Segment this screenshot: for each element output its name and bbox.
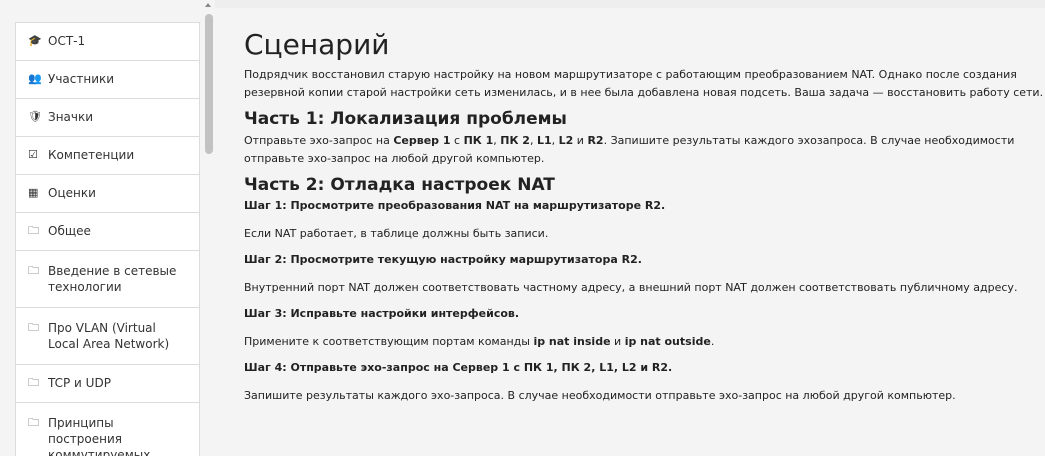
scenario-intro: Подрядчик восстановил старую настройку н… (244, 68, 1044, 99)
folder-icon: 🗀 (28, 224, 39, 237)
nav-item-label: Принципы построения коммутируемых (48, 416, 151, 456)
nav-item-switching-principles[interactable]: 🗀 Принципы построения коммутируемых (16, 403, 199, 456)
folder-icon: 🗀 (28, 321, 39, 334)
table-icon: ▦ (28, 186, 39, 199)
nav-item-label: Общее (48, 224, 91, 238)
page: 🎓 ОСТ-1 👥 Участники 🛡 Значки ☑ Компетенц… (0, 0, 1045, 456)
nav-item-participants[interactable]: 👥 Участники (16, 61, 199, 99)
scrollbar-thumb[interactable] (205, 14, 213, 154)
nav-item-grades[interactable]: ▦ Оценки (16, 175, 199, 213)
nav-item-label: Оценки (48, 186, 96, 200)
course-nav-list: 🎓 ОСТ-1 👥 Участники 🛡 Значки ☑ Компетенц… (15, 22, 200, 456)
step2-text: Внутренний порт NAT должен соответствова… (244, 281, 1018, 294)
shield-icon: 🛡 (28, 110, 42, 123)
nav-item-label: Введение в сетевые технологии (48, 264, 177, 294)
nav-item-label: Компетенции (48, 148, 135, 162)
step3-text: Примените к соответствующим портам коман… (244, 335, 715, 348)
step3-heading: Шаг 3: Исправьте настройки интерфейсов. (244, 307, 520, 320)
graduation-cap-icon: 🎓 (28, 34, 42, 47)
step1-text: Если NAT работает, в таблице должны быть… (244, 227, 549, 240)
nav-item-label: ОСТ-1 (48, 34, 86, 48)
part1-text: Отправьте эхо-запрос на Сервер 1 с ПК 1,… (244, 134, 1015, 165)
course-index-sidebar: 🎓 ОСТ-1 👥 Участники 🛡 Значки ☑ Компетенц… (0, 0, 202, 456)
folder-icon: 🗀 (28, 264, 39, 277)
nav-item-tcp-udp[interactable]: 🗀 TCP и UDP (16, 365, 199, 403)
nav-item-ost1[interactable]: 🎓 ОСТ-1 (16, 23, 199, 61)
check-square-icon: ☑ (28, 148, 38, 161)
nav-item-competencies[interactable]: ☑ Компетенции (16, 137, 199, 175)
nav-item-label: Участники (48, 72, 115, 86)
nav-item-label: Про VLAN (Virtual Local Area Network) (48, 321, 170, 351)
sidebar-scrollbar[interactable] (202, 0, 215, 456)
step2-heading: Шаг 2: Просмотрите текущую настройку мар… (244, 253, 642, 266)
nav-item-label: Значки (48, 110, 94, 124)
step1-heading: Шаг 1: Просмотрите преобразования NAT на… (244, 199, 666, 212)
step4-heading: Шаг 4: Отправьте эхо-запрос на Сервер 1 … (244, 361, 673, 374)
nav-item-vlan[interactable]: 🗀 Про VLAN (Virtual Local Area Network) (16, 308, 199, 365)
step4-text: Запишите результаты каждого эхо-запроса.… (244, 389, 956, 402)
folder-icon: 🗀 (28, 416, 39, 429)
part1-heading: Часть 1: Локализация проблемы (244, 109, 567, 129)
nav-item-badges[interactable]: 🛡 Значки (16, 99, 199, 137)
main-content: Сценарий Подрядчик восстановил старую на… (228, 8, 1045, 456)
part2-heading: Часть 2: Отладка настроек NAT (244, 175, 555, 195)
nav-item-intro-networking[interactable]: 🗀 Введение в сетевые технологии (16, 251, 199, 308)
page-title: Сценарий (244, 28, 390, 61)
nav-item-general[interactable]: 🗀 Общее (16, 213, 199, 251)
folder-icon: 🗀 (28, 376, 39, 389)
scroll-up-arrow-icon[interactable] (205, 3, 211, 7)
users-icon: 👥 (28, 72, 42, 85)
nav-item-label: TCP и UDP (48, 376, 111, 390)
